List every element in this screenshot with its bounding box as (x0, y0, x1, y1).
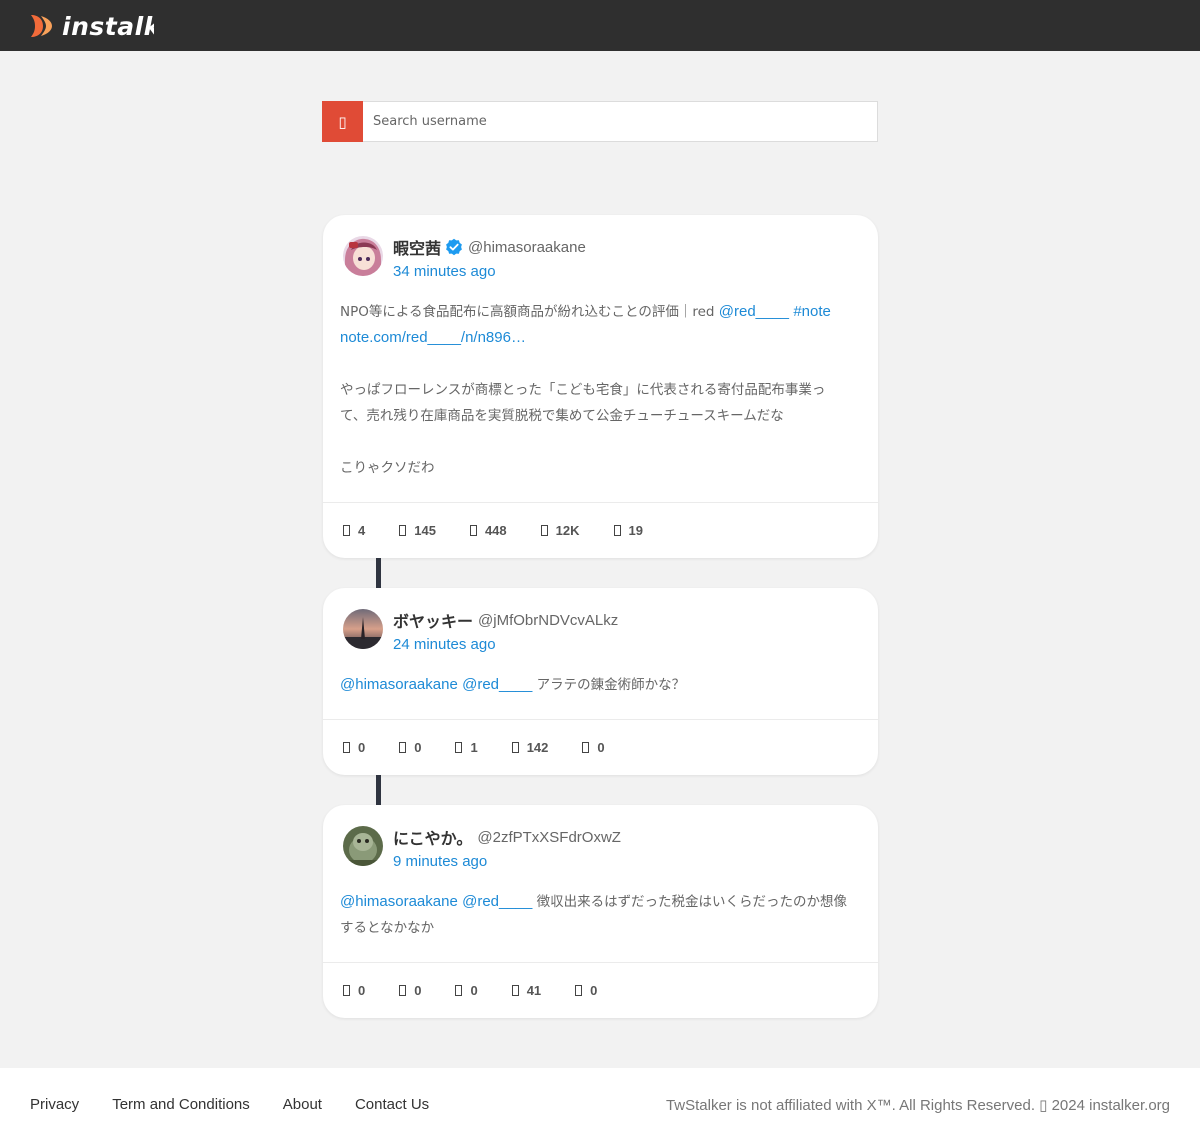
logo-icon (31, 15, 52, 37)
site-footer: Privacy Term and Conditions About Contac… (0, 1068, 1200, 1139)
reply-count[interactable]: 0 (343, 740, 365, 755)
bookmark-icon (575, 985, 583, 996)
thread-connector (376, 558, 381, 588)
external-link[interactable]: note.com/red____/n/n896… (340, 329, 526, 346)
retweet-count[interactable]: 0 (399, 740, 421, 755)
display-name[interactable]: 暇空茜 (393, 235, 441, 259)
tweet-text-segment: やっぱフローレンスが商標とった「こども宅食」に代表される寄付品配布事業っ (340, 382, 826, 398)
avatar[interactable] (343, 236, 383, 276)
views-icon (511, 742, 519, 753)
avatar-image (343, 826, 383, 866)
reply-icon (343, 742, 350, 753)
tweet-timestamp-link[interactable]: 34 minutes ago (393, 263, 496, 280)
retweet-icon (399, 985, 407, 996)
user-handle[interactable]: @himasoraakane (468, 239, 586, 256)
mention-link[interactable]: @red____ (462, 676, 532, 693)
copyright-text: TwStalker is not affiliated with X™. All… (665, 1097, 1170, 1114)
tweet-text-segment: するとなかなか (340, 920, 435, 936)
like-count[interactable]: 448 (469, 523, 507, 538)
tweet-text: NPO等による食品配布に高額商品が紛れ込むことの評価｜red @red____ … (323, 291, 878, 481)
tweet-text-segment: て、売れ残り在庫商品を実質脱税で集めて公金チューチュースキームだな (340, 408, 784, 424)
mention-link[interactable]: @red____ (462, 893, 532, 910)
retweet-icon (399, 525, 407, 536)
hashtag-link[interactable]: #note (793, 303, 831, 320)
like-icon (469, 525, 477, 536)
bookmark-icon (582, 742, 590, 753)
search-button[interactable]: ▯ (322, 101, 363, 142)
footer-links: Privacy Term and Conditions About Contac… (30, 1096, 462, 1113)
search-icon: ▯ (338, 113, 347, 131)
tweet-text: @himasoraakane @red____ 徴収出来るはずだった税金はいくら… (323, 881, 878, 941)
tweet-card: 暇空茜 @himasoraakane 34 minutes ago NPO等によ… (323, 215, 878, 558)
bookmark-icon (613, 525, 621, 536)
tweet-stats: 0 0 1 142 0 (323, 719, 878, 775)
tweet-card: にこやか。 @2zfPTxXSFdrOxwZ 9 minutes ago @hi… (323, 805, 878, 1018)
footer-link-privacy[interactable]: Privacy (30, 1096, 79, 1113)
tweet-card: ボヤッキー @jMfObrNDVcvALkz 24 minutes ago @h… (323, 588, 878, 775)
reply-icon (343, 525, 350, 536)
mention-link[interactable]: @red____ (719, 303, 789, 320)
brand-logo-link[interactable]: instalk (28, 11, 154, 41)
tweet-stats: 4 145 448 12K 19 (323, 502, 878, 558)
search-bar: ▯ (322, 101, 878, 142)
like-icon (455, 742, 463, 753)
tweet-text-segment: NPO等による食品配布に高額商品が紛れ込むことの評価｜red (340, 304, 719, 320)
tweet-timestamp-link[interactable]: 9 minutes ago (393, 853, 487, 870)
avatar-image (343, 236, 383, 276)
footer-link-about[interactable]: About (283, 1096, 322, 1113)
search-input[interactable] (363, 102, 877, 141)
footer-link-terms[interactable]: Term and Conditions (112, 1096, 250, 1113)
display-name[interactable]: ボヤッキー (393, 608, 473, 632)
like-icon (455, 985, 463, 996)
views-icon (511, 985, 519, 996)
retweet-count[interactable]: 145 (399, 523, 436, 538)
tweet-text: @himasoraakane @red____ アラテの錬金術師かな？ (323, 664, 878, 698)
footer-link-contact[interactable]: Contact Us (355, 1096, 429, 1113)
reply-icon (343, 985, 350, 996)
mention-link[interactable]: @himasoraakane (340, 893, 458, 910)
brand-name: instalk (62, 11, 154, 41)
user-handle[interactable]: @2zfPTxXSFdrOxwZ (477, 829, 621, 846)
view-count[interactable]: 142 (511, 740, 548, 755)
reply-count[interactable]: 4 (343, 523, 365, 538)
mention-link[interactable]: @himasoraakane (340, 676, 458, 693)
view-count[interactable]: 12K (540, 523, 580, 538)
views-icon (540, 525, 548, 536)
avatar[interactable] (343, 609, 383, 649)
tweet-text-segment: アラテの錬金術師かな？ (532, 677, 686, 693)
display-name[interactable]: にこやか。 (393, 825, 472, 849)
bookmark-count[interactable]: 19 (613, 523, 643, 538)
top-navbar: instalk (0, 0, 1200, 51)
avatar-image (343, 609, 383, 649)
bookmark-count[interactable]: 0 (582, 740, 605, 755)
tweet-text-segment: こりゃクソだわ (340, 460, 435, 476)
user-handle[interactable]: @jMfObrNDVcvALkz (478, 612, 618, 629)
tweet-stats: 0 0 0 41 0 (323, 962, 878, 1018)
retweet-icon (399, 742, 407, 753)
verified-badge-icon (446, 238, 462, 256)
tweet-text-segment: 徴収出来るはずだった税金はいくらだったのか想像 (532, 894, 848, 910)
reply-count[interactable]: 0 (343, 983, 365, 998)
like-count[interactable]: 1 (455, 740, 478, 755)
thread-connector (376, 775, 381, 805)
like-count[interactable]: 0 (455, 983, 478, 998)
retweet-count[interactable]: 0 (399, 983, 421, 998)
tweet-timestamp-link[interactable]: 24 minutes ago (393, 636, 496, 653)
view-count[interactable]: 41 (511, 983, 541, 998)
bookmark-count[interactable]: 0 (575, 983, 597, 998)
avatar[interactable] (343, 826, 383, 866)
